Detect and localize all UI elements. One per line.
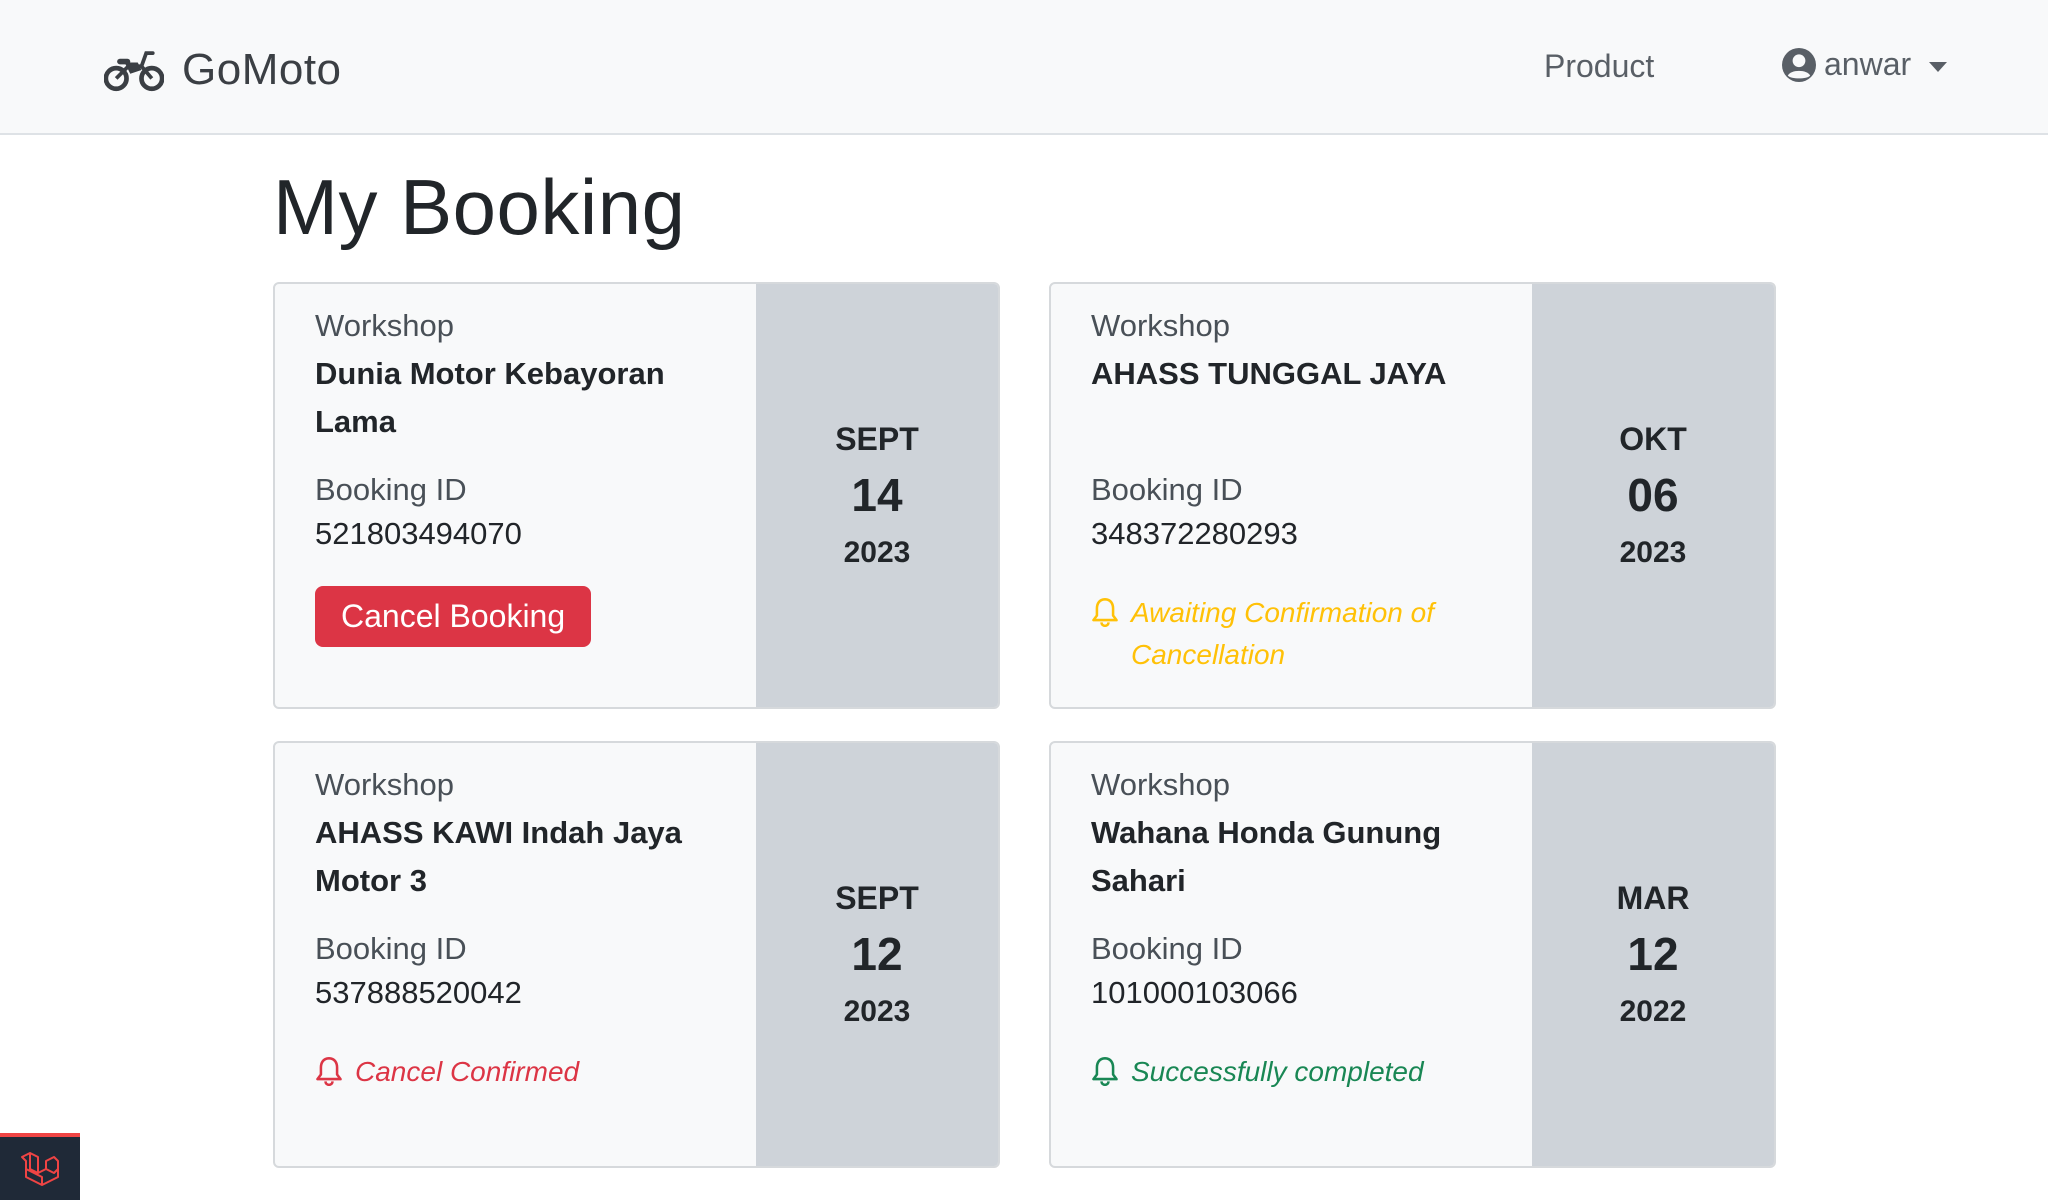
workshop-label: Workshop <box>315 308 454 343</box>
booking-id-value: 101000103066 <box>1091 975 1298 1010</box>
booking-month: MAR <box>1616 880 1690 916</box>
booking-card: Workshop Dunia Motor Kebayoran Lama Book… <box>273 282 1000 709</box>
booking-id-value: 537888520042 <box>315 975 522 1010</box>
booking-card-body: Workshop Dunia Motor Kebayoran Lama Book… <box>315 304 725 647</box>
cancel-booking-button[interactable]: Cancel Booking <box>315 586 592 647</box>
user-dropdown-toggle[interactable]: anwar <box>1782 46 1948 83</box>
booking-id-label: Booking ID <box>1091 931 1243 966</box>
workshop-name: Dunia Motor Kebayoran Lama <box>315 356 665 439</box>
booking-id-label: Booking ID <box>1091 472 1243 507</box>
booking-id-label: Booking ID <box>315 472 467 507</box>
booking-status-text: Cancel Confirmed <box>355 1056 580 1087</box>
booking-id-value: 348372280293 <box>1091 516 1298 551</box>
booking-date: SEPT 14 2023 <box>756 284 998 707</box>
booking-day: 12 <box>1627 928 1679 980</box>
booking-id-label: Booking ID <box>315 931 467 966</box>
bell-icon <box>1092 598 1118 627</box>
motorcycle-icon <box>104 51 164 92</box>
booking-card-body: Workshop AHASS KAWI Indah Jaya Motor 3 B… <box>315 763 725 1093</box>
booking-month: SEPT <box>835 880 919 916</box>
chevron-down-icon <box>1929 61 1948 72</box>
booking-status: Successfully completed <box>1091 1051 1501 1093</box>
user-name: anwar <box>1824 46 1912 82</box>
booking-card: Workshop AHASS KAWI Indah Jaya Motor 3 B… <box>273 741 1000 1168</box>
booking-year: 2023 <box>1619 536 1687 569</box>
booking-day: 14 <box>851 469 903 521</box>
workshop-name: AHASS KAWI Indah Jaya Motor 3 <box>315 815 682 898</box>
nav-link-product[interactable]: Product <box>1544 48 1654 85</box>
brand-link[interactable]: GoMoto <box>104 44 342 96</box>
booking-month: OKT <box>1619 421 1687 457</box>
user-circle-icon <box>1782 47 1816 82</box>
booking-status: Awaiting Confirmation of Cancellation <box>1091 592 1501 676</box>
booking-day: 12 <box>851 928 903 980</box>
booking-status: Cancel Confirmed <box>315 1051 725 1093</box>
booking-date: OKT 06 2023 <box>1532 284 1774 707</box>
booking-card-body: Workshop Wahana Honda Gunung Sahari Book… <box>1091 763 1501 1093</box>
laravel-debug-button[interactable] <box>0 1133 80 1200</box>
booking-year: 2023 <box>843 536 911 569</box>
booking-id-value: 521803494070 <box>315 516 522 551</box>
booking-year: 2023 <box>843 995 911 1028</box>
booking-date: MAR 12 2022 <box>1532 743 1774 1166</box>
booking-status-text: Awaiting Confirmation of Cancellation <box>1131 597 1434 670</box>
navbar: GoMoto Product anwar <box>0 0 2048 135</box>
workshop-label: Workshop <box>315 767 454 802</box>
laravel-icon <box>21 1151 59 1186</box>
bell-icon <box>1092 1057 1118 1086</box>
workshop-name: AHASS TUNGGAL JAYA <box>1091 356 1447 391</box>
booking-year: 2022 <box>1619 995 1687 1028</box>
brand-name: GoMoto <box>182 45 342 94</box>
bell-icon <box>316 1057 342 1086</box>
page-title: My Booking <box>273 163 686 251</box>
booking-status-text: Successfully completed <box>1131 1056 1424 1087</box>
booking-month: SEPT <box>835 421 919 457</box>
workshop-label: Workshop <box>1091 308 1230 343</box>
workshop-label: Workshop <box>1091 767 1230 802</box>
booking-card-body: Workshop AHASS TUNGGAL JAYA Booking ID 3… <box>1091 304 1501 676</box>
booking-card: Workshop AHASS TUNGGAL JAYA Booking ID 3… <box>1049 282 1776 709</box>
booking-day: 06 <box>1627 469 1679 521</box>
booking-card: Workshop Wahana Honda Gunung Sahari Book… <box>1049 741 1776 1168</box>
workshop-name: Wahana Honda Gunung Sahari <box>1091 815 1442 898</box>
booking-date: SEPT 12 2023 <box>756 743 998 1166</box>
